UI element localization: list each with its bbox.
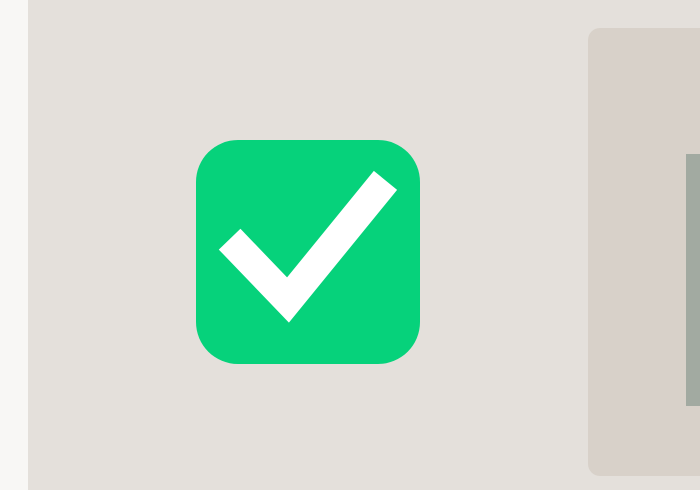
left-edge-strip [0,0,28,490]
check-icon [196,140,420,364]
side-panel-accent [686,154,700,406]
success-badge [196,140,420,364]
viewport [0,0,700,490]
side-panel [588,28,700,476]
